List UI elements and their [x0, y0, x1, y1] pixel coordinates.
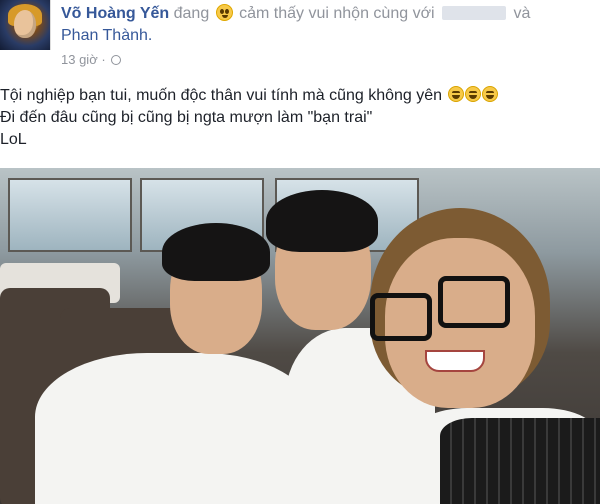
post-line-1-text: Tội nghiệp bạn tui, muốn độc thân vui tí…	[0, 87, 443, 104]
background-window	[8, 178, 132, 252]
feeling-emoji-icon	[215, 4, 233, 21]
post-line-3: LoL	[0, 131, 27, 148]
tag-connector: và	[513, 5, 531, 22]
post-body: Tội nghiệp bạn tui, muốn độc thân vui tí…	[0, 85, 498, 151]
post-meta: 13 giờ ·	[61, 52, 122, 68]
author-avatar[interactable]	[0, 0, 51, 50]
post-timestamp[interactable]: 13 giờ ·	[61, 52, 106, 67]
globe-icon[interactable]	[111, 55, 122, 65]
post-line-2: Đi đến đâu cũng bị cũng bị ngta mượn làm…	[0, 109, 373, 126]
feeling-text: cảm thấy vui nhộn cùng với	[239, 5, 435, 22]
glasses-left-lens	[370, 293, 432, 341]
author-name-link[interactable]: Võ Hoàng Yến	[61, 5, 169, 22]
glasses-right-lens	[438, 276, 510, 328]
avatar-face	[14, 10, 36, 38]
post-photo[interactable]	[0, 168, 600, 504]
facebook-post: Võ Hoàng Yến đang cảm thấy vui nhộn cùng…	[0, 0, 600, 504]
feeling-prefix: đang	[173, 5, 210, 22]
laughing-emoji-icon	[464, 86, 481, 102]
laughing-emoji-icon	[447, 86, 464, 102]
post-header: Võ Hoàng Yến đang cảm thấy vui nhộn cùng…	[61, 3, 530, 25]
laughing-emoji-icon	[481, 86, 498, 102]
post-line-1: Tội nghiệp bạn tui, muốn độc thân vui tí…	[0, 85, 498, 107]
blurred-tagged-name	[442, 6, 507, 20]
tagged-friend-link[interactable]: Phan Thành.	[61, 25, 152, 47]
